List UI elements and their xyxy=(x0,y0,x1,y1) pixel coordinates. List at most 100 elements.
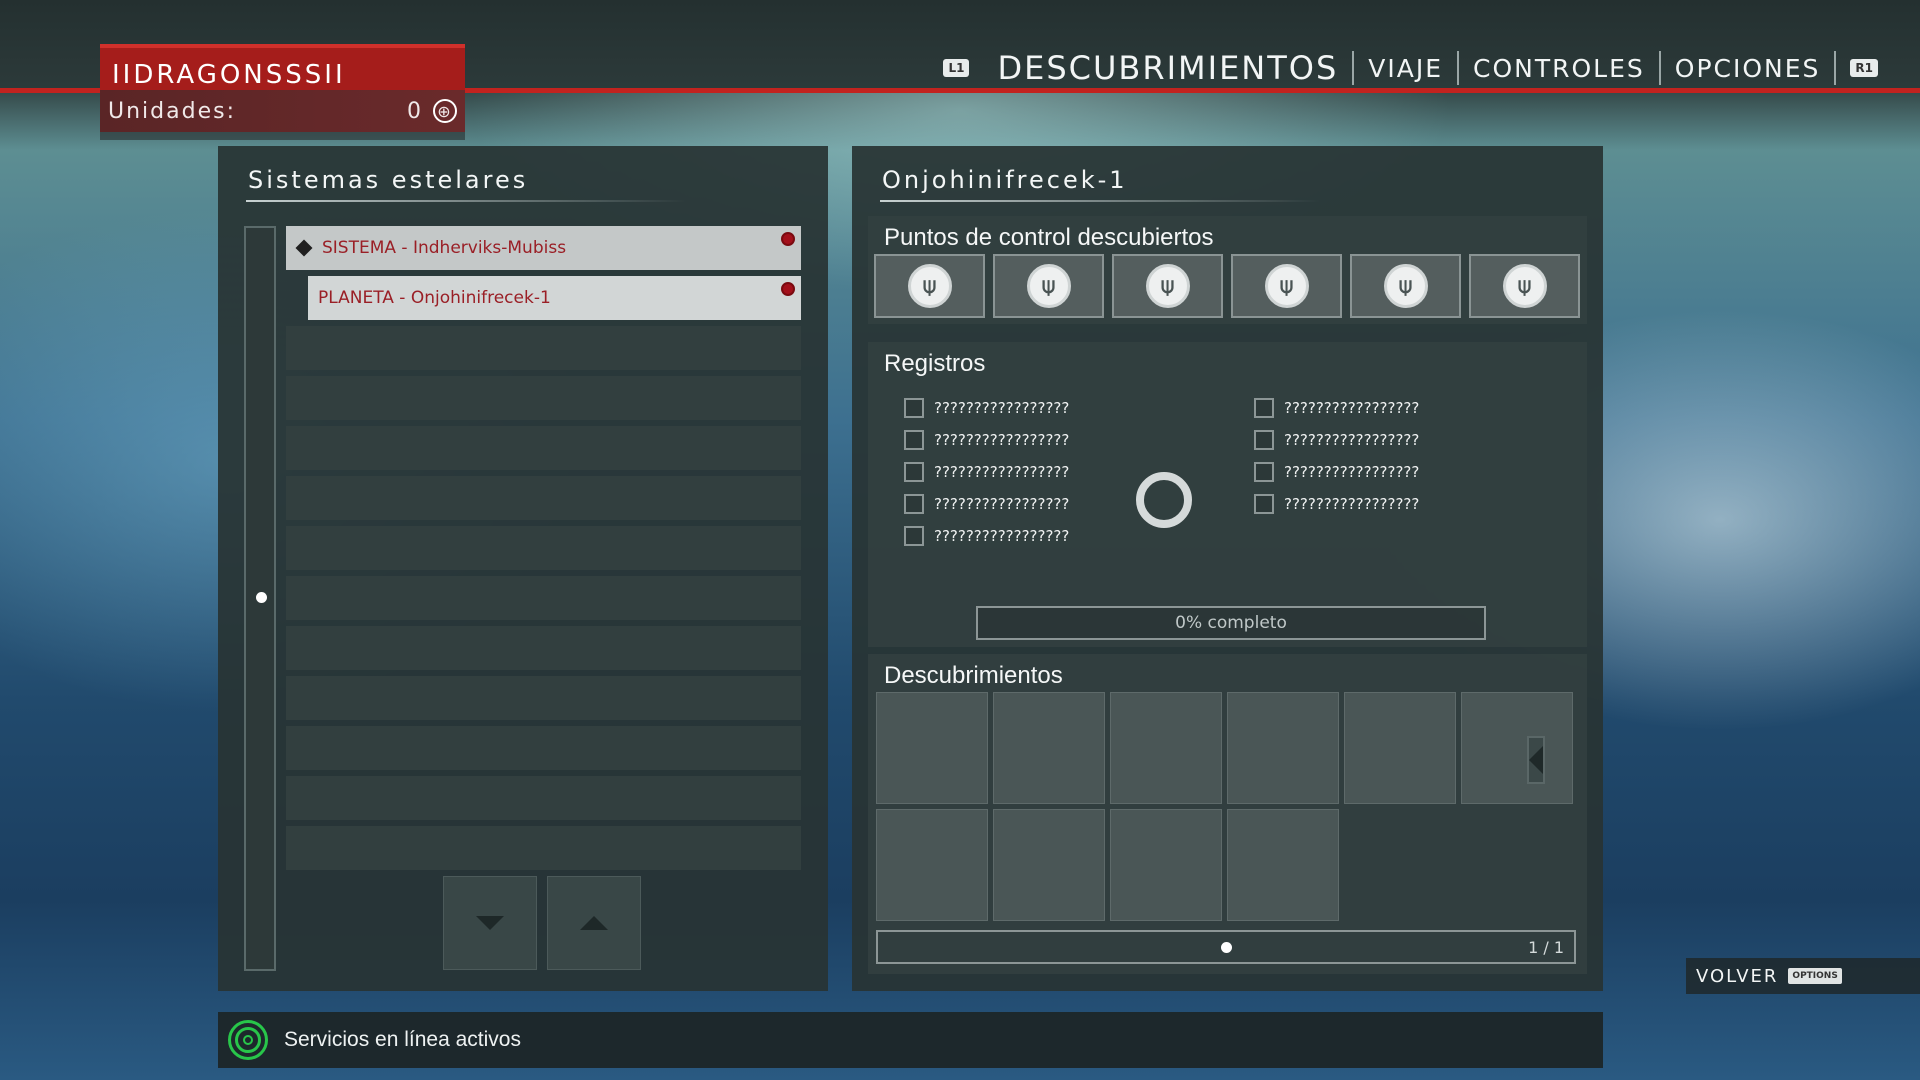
units-label: Unidades: xyxy=(108,98,236,124)
record-item: ????????????????? xyxy=(904,424,1069,456)
online-status-icon xyxy=(228,1020,268,1060)
list-scrollbar[interactable] xyxy=(244,226,276,971)
discoveries-section: Descubrimientos 1 / 1 xyxy=(868,654,1587,974)
record-item: ????????????????? xyxy=(904,392,1069,424)
record-text: ????????????????? xyxy=(1284,495,1420,513)
player-name: IIDRAGONSSSII xyxy=(100,44,465,90)
list-item-empty xyxy=(286,476,801,520)
tab-descubrimientos[interactable]: DESCUBRIMIENTOS xyxy=(983,49,1352,87)
record-item: ????????????????? xyxy=(904,520,1069,552)
discovery-slot[interactable] xyxy=(1344,692,1456,804)
records-section: Registros ??????????????????????????????… xyxy=(868,342,1587,647)
checkpoint-slot[interactable]: ⍦ xyxy=(993,254,1104,318)
record-text: ????????????????? xyxy=(934,431,1070,449)
list-item-empty xyxy=(286,376,801,420)
list-item-empty xyxy=(286,526,801,570)
record-checkbox xyxy=(1254,430,1274,450)
discovery-slot[interactable] xyxy=(1110,692,1222,804)
scroll-down-button[interactable] xyxy=(443,876,537,970)
red-dot-icon xyxy=(781,232,795,246)
checkpoint-slot[interactable]: ⍦ xyxy=(1231,254,1342,318)
title-underline xyxy=(246,200,686,202)
arrow-down-icon xyxy=(476,916,504,930)
back-button[interactable]: VOLVER OPTIONS xyxy=(1686,958,1920,994)
tab-controles[interactable]: CONTROLES xyxy=(1459,54,1659,83)
discovery-slot[interactable] xyxy=(876,692,988,804)
record-checkbox xyxy=(904,398,924,418)
discovery-slot[interactable] xyxy=(876,809,988,921)
list-scroll-buttons xyxy=(443,876,641,970)
units-row: Unidades: 0 ⊕ xyxy=(100,90,465,132)
star-systems-panel: Sistemas estelares SISTEMA - Indherviks-… xyxy=(218,146,828,991)
discoveries-title: Descubrimientos xyxy=(884,662,1063,689)
progress-text: 0% completo xyxy=(1175,613,1287,633)
list-item-empty xyxy=(286,326,801,370)
l1-key-icon[interactable]: L1 xyxy=(943,59,970,77)
completion-progress-bar: 0% completo xyxy=(976,606,1486,640)
list-item-empty xyxy=(286,826,801,870)
checkpoint-icon: ⍦ xyxy=(1383,264,1428,308)
list-item-system[interactable]: SISTEMA - Indherviks-Mubiss xyxy=(286,226,801,270)
tab-opciones[interactable]: OPCIONES xyxy=(1661,54,1835,83)
record-text: ????????????????? xyxy=(934,399,1070,417)
record-item: ????????????????? xyxy=(1254,424,1419,456)
checkpoints-section: Puntos de control descubiertos ⍦ ⍦ ⍦ ⍦ ⍦ ⍦ xyxy=(868,216,1587,324)
record-checkbox xyxy=(1254,494,1274,514)
record-text: ????????????????? xyxy=(1284,399,1420,417)
record-checkbox xyxy=(904,494,924,514)
prev-page-button[interactable] xyxy=(1527,736,1545,784)
checkpoints-grid: ⍦ ⍦ ⍦ ⍦ ⍦ ⍦ xyxy=(874,254,1580,318)
back-label: VOLVER xyxy=(1696,965,1779,987)
online-status-bar: Servicios en línea activos xyxy=(218,1012,1603,1068)
records-title: Registros xyxy=(884,350,986,377)
record-checkbox xyxy=(1254,398,1274,418)
units-value: 0 xyxy=(407,98,423,124)
units-currency-icon: ⊕ xyxy=(433,99,457,123)
page-dot xyxy=(1221,942,1232,953)
checkpoint-icon: ⍦ xyxy=(1264,264,1309,308)
tab-viaje[interactable]: VIAJE xyxy=(1354,54,1457,83)
checkpoint-icon: ⍦ xyxy=(1026,264,1071,308)
record-item: ????????????????? xyxy=(1254,456,1419,488)
record-checkbox xyxy=(904,430,924,450)
record-text: ????????????????? xyxy=(1284,463,1420,481)
online-status-text: Servicios en línea activos xyxy=(284,1028,521,1051)
discovery-slot[interactable] xyxy=(993,809,1105,921)
checkpoint-slot[interactable]: ⍦ xyxy=(1350,254,1461,318)
planet-detail-panel: Onjohinifrecek-1 Puntos de control descu… xyxy=(852,146,1603,991)
nav-separator xyxy=(1834,51,1837,85)
page-indicator: 1 / 1 xyxy=(876,930,1576,964)
r1-key-icon[interactable]: R1 xyxy=(1850,59,1878,77)
scrollbar-thumb[interactable] xyxy=(256,592,267,603)
checkpoint-slot[interactable]: ⍦ xyxy=(1112,254,1223,318)
list-item-planet[interactable]: PLANETA - Onjohinifrecek-1 xyxy=(308,276,801,320)
checkpoint-icon: ⍦ xyxy=(1502,264,1547,308)
record-checkbox xyxy=(1254,462,1274,482)
list-item-empty xyxy=(286,676,801,720)
scroll-up-button[interactable] xyxy=(547,876,641,970)
discovery-slot[interactable] xyxy=(993,692,1105,804)
star-systems-title: Sistemas estelares xyxy=(248,166,529,194)
profile-shadow xyxy=(100,132,465,140)
red-dot-icon xyxy=(781,282,795,296)
checkpoints-title: Puntos de control descubiertos xyxy=(884,224,1214,251)
list-item-empty xyxy=(286,576,801,620)
record-checkbox xyxy=(904,462,924,482)
record-item: ????????????????? xyxy=(1254,392,1419,424)
discovery-slot[interactable] xyxy=(1461,692,1573,804)
discovery-slot[interactable] xyxy=(1227,692,1339,804)
diamond-icon xyxy=(295,239,313,257)
list-item-empty xyxy=(286,776,801,820)
discovery-slot[interactable] xyxy=(1227,809,1339,921)
page-count: 1 / 1 xyxy=(1528,938,1564,957)
discovery-slot[interactable] xyxy=(1110,809,1222,921)
options-key-icon: OPTIONS xyxy=(1788,968,1842,984)
record-text: ????????????????? xyxy=(934,463,1070,481)
systems-list: SISTEMA - Indherviks-Mubiss PLANETA - On… xyxy=(286,226,801,876)
discoveries-grid xyxy=(876,692,1573,921)
planet-title: Onjohinifrecek-1 xyxy=(882,166,1128,194)
records-column-1: ????????????????????????????????????????… xyxy=(904,392,1069,552)
checkpoint-slot[interactable]: ⍦ xyxy=(874,254,985,318)
checkpoint-slot[interactable]: ⍦ xyxy=(1469,254,1580,318)
record-text: ????????????????? xyxy=(934,527,1070,545)
